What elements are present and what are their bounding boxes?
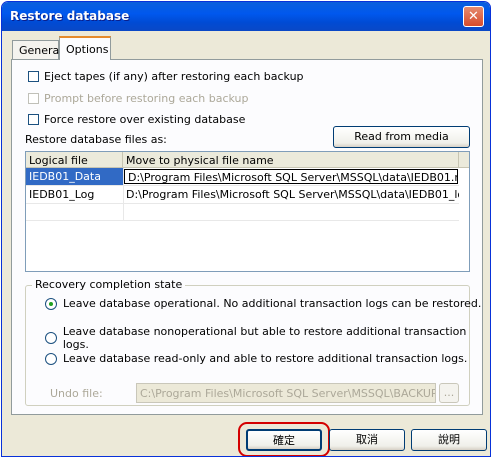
radio-icon bbox=[45, 332, 57, 344]
cancel-button[interactable]: 取消 bbox=[329, 429, 405, 451]
column-divider bbox=[123, 168, 124, 220]
radio-selected-icon bbox=[45, 297, 57, 310]
column-header-spacer bbox=[459, 152, 469, 168]
file-mapping-table: Logical file name Move to physical file … bbox=[25, 151, 470, 272]
browse-undo-file-button[interactable]: ... bbox=[439, 383, 459, 403]
tab-options[interactable]: Options bbox=[59, 36, 111, 60]
recovery-option-label: Leave database nonoperational but able t… bbox=[62, 325, 467, 351]
row-divider bbox=[26, 203, 459, 204]
table-row-logical[interactable]: IEDB01_Log bbox=[26, 186, 123, 203]
checkbox-box bbox=[28, 93, 39, 104]
checkbox-box bbox=[28, 71, 39, 82]
read-from-media-button[interactable]: Read from media bbox=[333, 126, 470, 148]
recovery-option-nonoperational[interactable]: Leave database nonoperational but able t… bbox=[45, 325, 490, 351]
undo-file-input[interactable]: C:\Program Files\Microsoft SQL Server\MS… bbox=[136, 383, 436, 403]
prompt-before-restore-label: Prompt before restoring each backup bbox=[44, 92, 249, 105]
restore-files-label: Restore database files as: bbox=[25, 133, 167, 146]
table-row-logical[interactable]: IEDB01_Data bbox=[26, 168, 123, 185]
radio-icon bbox=[45, 352, 57, 365]
recovery-state-legend: Recovery completion state bbox=[32, 278, 186, 291]
eject-tapes-label: Eject tapes (if any) after restoring eac… bbox=[44, 70, 304, 83]
row-divider bbox=[26, 220, 459, 221]
checkbox-box bbox=[28, 114, 39, 125]
tab-general[interactable]: General bbox=[12, 40, 62, 60]
prompt-before-restore-checkbox[interactable]: Prompt before restoring each backup bbox=[28, 92, 249, 105]
eject-tapes-checkbox[interactable]: Eject tapes (if any) after restoring eac… bbox=[28, 70, 304, 83]
title-bar: Restore database ✕ bbox=[2, 2, 490, 31]
recovery-option-label: Leave database read-only and able to res… bbox=[63, 352, 468, 365]
window-title: Restore database bbox=[10, 9, 130, 23]
table-row-physical[interactable]: D:\Program Files\Microsoft SQL Server\MS… bbox=[123, 186, 459, 203]
recovery-option-label: Leave database operational. No additiona… bbox=[63, 297, 482, 310]
column-header-physical[interactable]: Move to physical file name bbox=[123, 152, 459, 168]
help-button[interactable]: 說明 bbox=[411, 429, 487, 451]
ok-button[interactable]: 確定 bbox=[246, 429, 322, 451]
force-restore-checkbox[interactable]: Force restore over existing database bbox=[28, 113, 245, 126]
close-icon[interactable]: ✕ bbox=[463, 6, 484, 27]
recovery-option-readonly[interactable]: Leave database read-only and able to res… bbox=[45, 352, 467, 365]
column-header-logical[interactable]: Logical file name bbox=[26, 152, 123, 180]
restore-database-dialog: Restore database ✕ General Options Eject… bbox=[1, 1, 491, 457]
force-restore-label: Force restore over existing database bbox=[44, 113, 246, 126]
recovery-option-operational[interactable]: Leave database operational. No additiona… bbox=[45, 297, 481, 310]
physical-name-editor[interactable]: D:\Program Files\Microsoft SQL Server\MS… bbox=[124, 169, 458, 184]
undo-file-label: Undo file: bbox=[50, 387, 103, 400]
